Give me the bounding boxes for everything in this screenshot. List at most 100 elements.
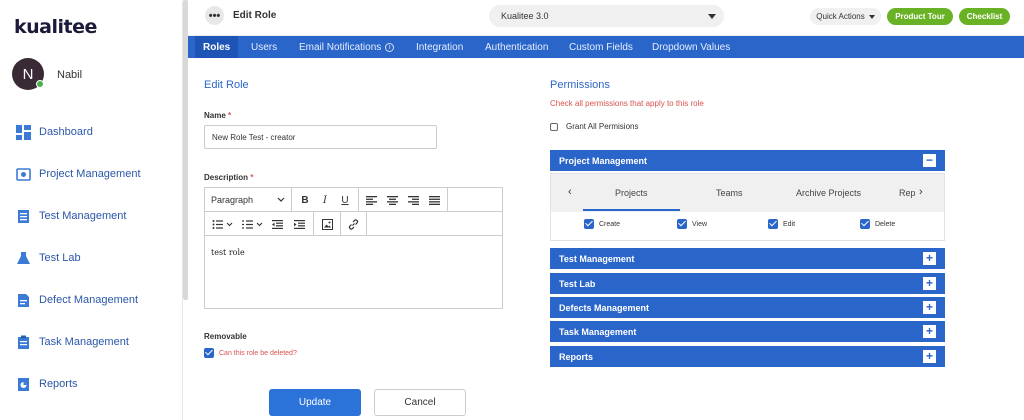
subtab-archive-projects[interactable]: Archive Projects xyxy=(796,174,861,212)
expand-icon[interactable]: + xyxy=(923,252,936,265)
sidebar-item-label: Project Management xyxy=(39,168,141,180)
bulleted-list-icon[interactable] xyxy=(209,212,237,236)
italic-icon[interactable]: I xyxy=(317,188,333,212)
expand-icon[interactable]: + xyxy=(923,350,936,363)
chevron-right-icon[interactable]: › xyxy=(919,186,923,198)
chevron-down-icon xyxy=(277,197,285,202)
align-center-icon[interactable] xyxy=(384,188,400,212)
view-checkbox[interactable] xyxy=(677,219,687,229)
sidebar-item-test-lab[interactable]: Test Lab xyxy=(16,248,81,268)
info-icon: i xyxy=(385,42,395,52)
delete-checkbox[interactable] xyxy=(860,219,870,229)
checklist-button[interactable]: Checklist xyxy=(959,8,1010,25)
update-button[interactable]: Update xyxy=(269,389,361,416)
numbered-list-icon[interactable] xyxy=(239,212,267,236)
align-left-icon[interactable] xyxy=(363,188,379,212)
project-management-panel: ‹ Projects Teams Archive Projects Rep › … xyxy=(550,173,945,241)
settings-tabbar: Roles Users Email Notifications i Integr… xyxy=(188,36,1024,58)
edit-role-heading: Edit Role xyxy=(204,79,249,91)
tab-integration[interactable]: Integration xyxy=(416,36,463,58)
accordion-title: Test Lab xyxy=(559,278,596,289)
paragraph-format-select[interactable]: Paragraph xyxy=(205,188,291,212)
chevron-left-icon[interactable]: ‹ xyxy=(568,186,572,198)
sidebar-item-reports[interactable]: Reports xyxy=(16,374,78,394)
name-field[interactable]: New Role Test - creator xyxy=(204,125,437,149)
required-mark: * xyxy=(250,173,254,182)
create-checkbox[interactable] xyxy=(584,219,594,229)
accordion-test-management[interactable]: Test Management + xyxy=(550,248,945,269)
sidebar-item-label: Task Management xyxy=(39,336,129,348)
name-label: Name * xyxy=(204,111,231,120)
image-icon[interactable] xyxy=(319,212,335,236)
sidebar-item-project-management[interactable]: Project Management xyxy=(16,164,141,184)
sidebar-item-test-management[interactable]: Test Management xyxy=(16,206,126,226)
expand-icon[interactable]: + xyxy=(923,277,936,290)
toolbar-divider xyxy=(313,212,314,236)
accordion-defects-management[interactable]: Defects Management + xyxy=(550,297,945,318)
menu-button[interactable]: ••• xyxy=(205,6,224,25)
subtab-projects[interactable]: Projects xyxy=(615,174,648,212)
sidebar-item-label: Reports xyxy=(39,378,78,390)
sidebar-item-dashboard[interactable]: Dashboard xyxy=(16,122,93,142)
app-logo[interactable]: kualitee xyxy=(14,16,97,38)
accordion-project-management[interactable]: Project Management − xyxy=(550,150,945,171)
accordion-title: Test Management xyxy=(559,253,635,264)
tab-authentication[interactable]: Authentication xyxy=(485,36,548,58)
link-icon[interactable] xyxy=(345,212,361,236)
accordion-test-lab[interactable]: Test Lab + xyxy=(550,273,945,294)
perm-delete[interactable]: Delete xyxy=(860,219,895,229)
product-tour-button[interactable]: Product Tour xyxy=(887,8,953,25)
subtab-reports[interactable]: Rep xyxy=(899,174,915,212)
expand-icon[interactable]: + xyxy=(923,301,936,314)
tab-dropdown-values[interactable]: Dropdown Values xyxy=(652,36,730,58)
chevron-down-icon xyxy=(868,14,875,19)
tab-email-notifications[interactable]: Email Notifications i xyxy=(299,36,395,58)
accordion-task-management[interactable]: Task Management + xyxy=(550,321,945,342)
perm-view[interactable]: View xyxy=(677,219,707,229)
subtab-teams[interactable]: Teams xyxy=(716,174,743,212)
bold-icon[interactable]: B xyxy=(297,188,313,212)
permissions-heading: Permissions xyxy=(550,79,610,91)
expand-icon[interactable]: + xyxy=(923,325,936,338)
view-label: View xyxy=(692,220,708,228)
online-status-dot xyxy=(36,80,44,88)
grant-all-row[interactable]: Grant All Permisions xyxy=(550,122,638,131)
toolbar-divider xyxy=(340,212,341,236)
chevron-down-icon xyxy=(708,14,716,19)
accordion-reports[interactable]: Reports + xyxy=(550,346,945,367)
project-icon xyxy=(16,167,31,182)
align-right-icon[interactable] xyxy=(405,188,421,212)
perm-create[interactable]: Create xyxy=(584,219,620,229)
quick-actions-button[interactable]: Quick Actions xyxy=(810,8,881,25)
edit-checkbox[interactable] xyxy=(768,219,778,229)
sidebar-item-task-management[interactable]: Task Management xyxy=(16,332,129,352)
accordion-title: Project Management xyxy=(559,155,648,166)
collapse-icon[interactable]: − xyxy=(923,154,936,167)
delete-label: Delete xyxy=(875,220,896,228)
description-content[interactable]: test role xyxy=(211,248,245,257)
toolbar-divider xyxy=(291,188,292,212)
indent-icon[interactable] xyxy=(291,212,307,236)
user-name[interactable]: Nabil xyxy=(57,69,82,81)
perm-edit[interactable]: Edit xyxy=(768,219,795,229)
tab-roles[interactable]: Roles xyxy=(195,36,239,58)
outdent-icon[interactable] xyxy=(269,212,285,236)
grant-all-checkbox[interactable] xyxy=(550,122,558,131)
underline-icon[interactable]: U xyxy=(337,188,353,212)
page-title: Edit Role xyxy=(233,10,277,21)
flask-icon xyxy=(16,251,31,266)
removable-checkbox-label: Can this role be deleted? xyxy=(219,349,297,357)
permission-subtabs: ‹ Projects Teams Archive Projects Rep › xyxy=(551,174,944,212)
align-justify-icon[interactable] xyxy=(426,188,442,212)
cancel-button[interactable]: Cancel xyxy=(374,389,466,416)
removable-checkbox[interactable] xyxy=(204,348,214,358)
permissions-subtitle: Check all permissions that apply to this… xyxy=(550,99,704,108)
removable-label: Removable xyxy=(204,332,247,341)
accordion-title: Reports xyxy=(559,351,594,362)
removable-checkbox-row[interactable]: Can this role be deleted? xyxy=(204,348,297,358)
sidebar-item-defect-management[interactable]: Defect Management xyxy=(16,290,138,310)
tab-users[interactable]: Users xyxy=(251,36,277,58)
sidebar-item-label: Test Management xyxy=(39,210,127,222)
tab-custom-fields[interactable]: Custom Fields xyxy=(569,36,633,58)
project-select[interactable]: Kualitee 3.0 xyxy=(489,5,724,27)
